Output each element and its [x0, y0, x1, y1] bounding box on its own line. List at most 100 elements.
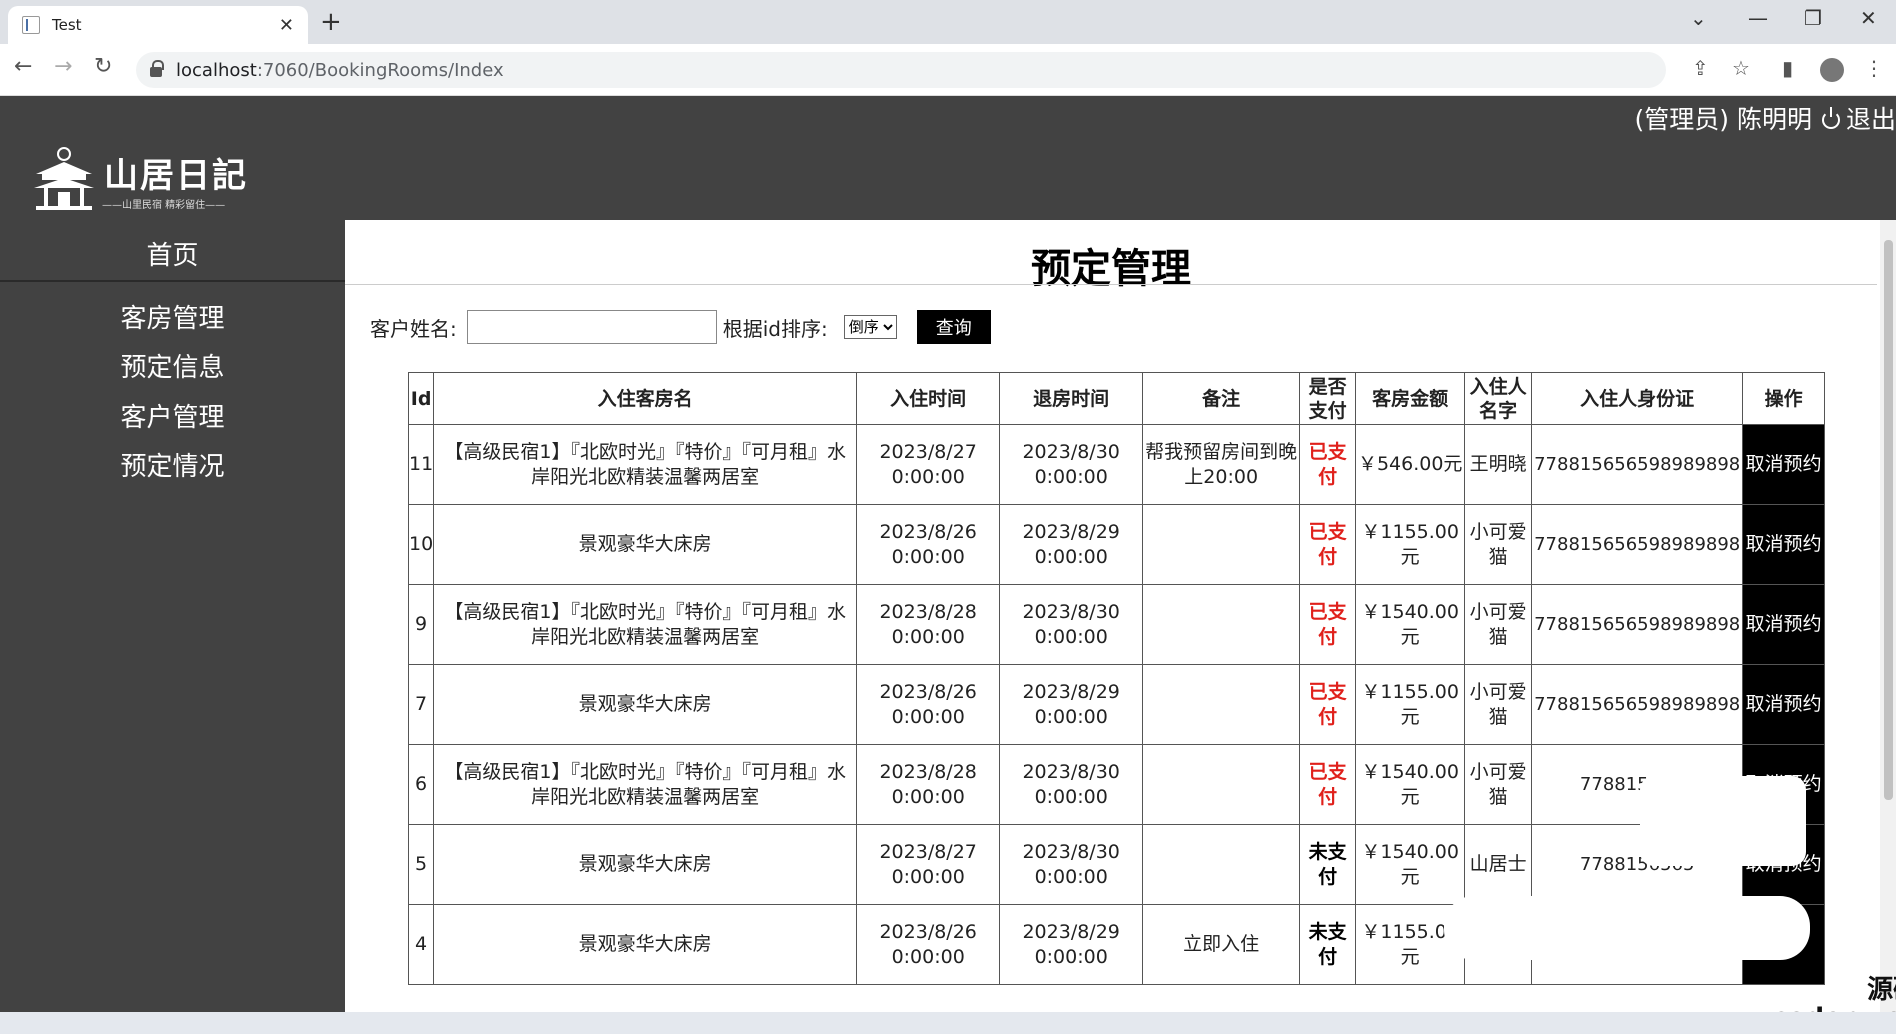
bookmark-star-icon[interactable]: ☆ — [1732, 56, 1750, 80]
cell-amount: ￥1540.00元 — [1355, 584, 1466, 665]
table-row: 9 【高级民宿1】『北欧时光』『特价』『可月租』水岸阳光北欧精装温馨两居室 2023… — [407, 584, 1826, 665]
new-tab-icon[interactable]: + — [320, 8, 342, 36]
cell-guest-name: 小可爱猫 — [1464, 744, 1533, 825]
watermark-line1: 源码网 — [1867, 975, 1896, 1005]
reload-icon[interactable]: ↻ — [94, 54, 112, 79]
cell-amount: ￥546.00元 — [1355, 424, 1466, 505]
main-content: 预定管理 客户姓名: 根据id排序: 倒序 查询 Id 入住客房名 入住时间 退… — [345, 220, 1880, 1014]
cell-checkout: 2023/8/30 0:00:00 — [999, 424, 1144, 505]
cell-paid-status: 已支付 — [1299, 424, 1357, 505]
cell-room: 景观豪华大床房 — [433, 504, 858, 585]
header-guest: 入住人名字 — [1464, 372, 1533, 425]
cell-paid-status: 已支付 — [1299, 584, 1357, 665]
sidebar-item-booking-info[interactable]: 预定信息 — [0, 347, 345, 384]
cell-guest-name: 小可爱猫 — [1464, 664, 1533, 745]
cell-paid-status: 未支付 — [1299, 824, 1357, 905]
profile-avatar[interactable] — [1820, 58, 1844, 82]
side-panel-icon[interactable]: ▮ — [1782, 56, 1793, 80]
header-operation: 操作 — [1742, 372, 1826, 425]
share-icon[interactable]: ⇪ — [1692, 56, 1709, 80]
cancel-booking-button[interactable]: 取消预约 — [1742, 504, 1826, 585]
overlay-patch — [1444, 896, 1810, 960]
scrollbar-thumb[interactable] — [1884, 240, 1893, 800]
header-idcard: 入住人身份证 — [1531, 372, 1744, 425]
window-close-icon[interactable]: ✕ — [1860, 6, 1877, 30]
minimize-icon[interactable]: — — [1748, 6, 1768, 30]
header-room: 入住客房名 — [433, 372, 858, 425]
cell-room: 【高级民宿1】『北欧时光』『特价』『可月租』水岸阳光北欧精装温馨两居室 — [433, 424, 858, 505]
cell-checkout: 2023/8/30 0:00:00 — [999, 584, 1144, 665]
tab-title: Test — [52, 16, 82, 34]
cell-note — [1142, 824, 1301, 905]
more-menu-icon[interactable]: ⋮ — [1864, 56, 1884, 80]
cell-checkin: 2023/8/27 0:00:00 — [856, 424, 1001, 505]
url-path: :7060/BookingRooms/Index — [256, 59, 504, 81]
logo-subtitle: ——山里民宿 精彩留住—— — [102, 200, 226, 211]
cell-amount: ￥1540.00元 — [1355, 824, 1466, 905]
cell-room: 景观豪华大床房 — [433, 824, 858, 905]
restore-icon[interactable]: ❐ — [1804, 6, 1822, 30]
cell-amount: ￥1155.00元 — [1355, 664, 1466, 745]
cell-checkout: 2023/8/30 0:00:00 — [999, 824, 1144, 905]
close-tab-icon[interactable]: ✕ — [279, 15, 294, 36]
table-row: 6 【高级民宿1】『北欧时光』『特价』『可月租』水岸阳光北欧精装温馨两居室 2023… — [407, 744, 1826, 825]
header-paid: 是否支付 — [1299, 372, 1357, 425]
pavilion-logo-icon — [34, 147, 94, 210]
url-host: localhost — [176, 59, 257, 81]
sidebar-item-booking-status[interactable]: 预定情况 — [0, 446, 345, 483]
title-divider — [345, 284, 1877, 285]
page-title: 预定管理 — [1031, 246, 1191, 292]
address-bar: ← → ↻ localhost:7060/BookingRooms/Index … — [0, 44, 1896, 96]
cell-room: 景观豪华大床房 — [433, 664, 858, 745]
cancel-booking-button[interactable]: 取消预约 — [1742, 584, 1826, 665]
cell-id-card: 778815656598989898 — [1531, 424, 1744, 505]
sidebar: 首页 客房管理 预定信息 客户管理 预定情况 — [0, 220, 345, 1014]
sort-order-select[interactable]: 倒序 — [843, 315, 897, 339]
url-field[interactable]: localhost:7060/BookingRooms/Index — [136, 52, 1666, 88]
sidebar-item-room-management[interactable]: 客房管理 — [0, 298, 345, 335]
user-info: (管理员) 陈明明 退出 — [1635, 100, 1896, 136]
table-row: 7 景观豪华大床房 2023/8/26 0:00:00 2023/8/29 0:00:… — [407, 664, 1826, 745]
cell-id-card: 778815656598989898 — [1531, 504, 1744, 585]
cell-guest-name: 小可爱猫 — [1464, 504, 1533, 585]
forward-icon[interactable]: → — [54, 54, 72, 79]
overlay-patch — [1640, 776, 1806, 866]
header-checkout: 退房时间 — [999, 372, 1144, 425]
cell-checkin: 2023/8/28 0:00:00 — [856, 584, 1001, 665]
bookings-table: Id 入住客房名 入住时间 退房时间 备注 是否支付 客房金额 入住人名字 入住… — [407, 372, 1826, 985]
back-icon[interactable]: ← — [14, 54, 32, 79]
cell-id: 6 — [407, 744, 435, 825]
cancel-booking-button[interactable]: 取消预约 — [1742, 424, 1826, 505]
cell-id: 11 — [407, 424, 435, 505]
customer-name-input[interactable] — [466, 310, 717, 344]
sidebar-item-home[interactable]: 首页 — [0, 230, 345, 282]
tab-search-icon[interactable]: ⌄ — [1690, 6, 1707, 30]
cell-room: 【高级民宿1】『北欧时光』『特价』『可月租』水岸阳光北欧精装温馨两居室 — [433, 584, 858, 665]
cell-id: 9 — [407, 584, 435, 665]
site-logo[interactable]: 山居日記 ——山里民宿 精彩留住—— — [32, 144, 262, 214]
cell-amount: ￥1540.00元 — [1355, 744, 1466, 825]
header-amount: 客房金额 — [1355, 372, 1466, 425]
sort-label: 根据id排序: — [722, 316, 828, 341]
cell-note — [1142, 744, 1301, 825]
cell-guest-name: 王明晓 — [1464, 424, 1533, 505]
page-favicon-icon — [22, 16, 40, 34]
browser-tab[interactable]: Test ✕ — [8, 6, 308, 44]
cell-id: 4 — [407, 904, 435, 985]
user-role: (管理员) — [1634, 105, 1730, 134]
cancel-booking-button[interactable]: 取消预约 — [1742, 664, 1826, 745]
cell-checkin: 2023/8/26 0:00:00 — [856, 504, 1001, 585]
cell-paid-status: 已支付 — [1299, 504, 1357, 585]
sidebar-item-customer-management[interactable]: 客户管理 — [0, 397, 345, 434]
query-button[interactable]: 查询 — [916, 310, 991, 344]
cell-guest-name: 山居士 — [1464, 824, 1533, 905]
cell-room: 【高级民宿1】『北欧时光』『特价』『可月租』水岸阳光北欧精装温馨两居室 — [433, 744, 858, 825]
cell-checkin: 2023/8/26 0:00:00 — [856, 664, 1001, 745]
table-row: 10 景观豪华大床房 2023/8/26 0:00:00 2023/8/29 0:00… — [407, 504, 1826, 585]
cell-checkout: 2023/8/30 0:00:00 — [999, 744, 1144, 825]
logout-link[interactable]: 退出 — [1846, 105, 1896, 134]
cell-amount: ￥1155.00元 — [1355, 504, 1466, 585]
power-icon[interactable] — [1821, 107, 1840, 129]
filter-bar: 客户姓名: 根据id排序: 倒序 查询 — [370, 310, 991, 344]
cell-note — [1142, 504, 1301, 585]
